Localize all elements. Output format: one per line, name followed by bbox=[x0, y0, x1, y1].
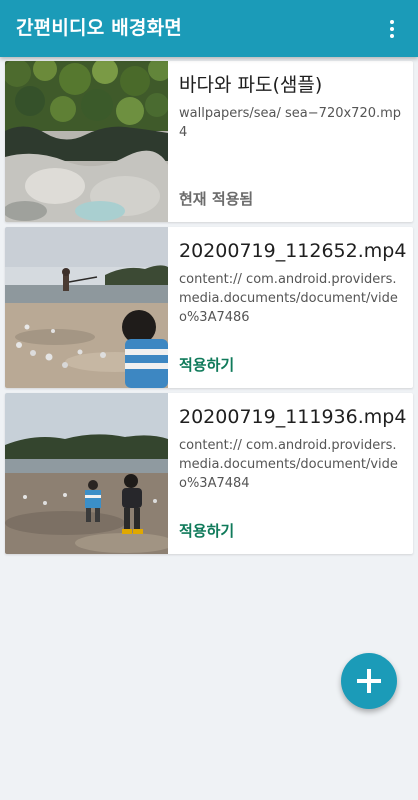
add-video-button[interactable] bbox=[341, 653, 397, 709]
video-path: content:// com.android.providers.media.d… bbox=[179, 438, 398, 491]
apply-button[interactable]: 적용하기 bbox=[179, 355, 234, 375]
apply-button[interactable]: 적용하기 bbox=[179, 521, 234, 541]
plus-icon bbox=[357, 669, 381, 693]
video-thumbnail bbox=[5, 393, 168, 554]
video-path: wallpapers/sea/ sea−720x720.mp4 bbox=[179, 106, 402, 140]
video-title: 20200719_112652.mp4 bbox=[179, 240, 407, 262]
app-title: 간편비디오 배경화면 bbox=[16, 17, 182, 39]
video-list: 바다와 파도(샘플) wallpapers/sea/ sea−720x720.m… bbox=[5, 61, 413, 559]
video-thumbnail bbox=[5, 227, 168, 388]
video-card[interactable]: 바다와 파도(샘플) wallpapers/sea/ sea−720x720.m… bbox=[5, 61, 413, 222]
video-path: content:// com.android.providers.media.d… bbox=[179, 272, 398, 325]
video-title: 20200719_111936.mp4 bbox=[179, 406, 407, 428]
video-title: 바다와 파도(샘플) bbox=[179, 74, 323, 96]
video-card[interactable]: 20200719_111936.mp4 content:// com.andro… bbox=[5, 393, 413, 554]
current-applied-label: 현재 적용됨 bbox=[179, 190, 254, 208]
video-card[interactable]: 20200719_112652.mp4 content:// com.andro… bbox=[5, 227, 413, 388]
video-thumbnail bbox=[5, 61, 168, 222]
more-vert-icon[interactable] bbox=[380, 16, 404, 42]
app-bar: 간편비디오 배경화면 bbox=[0, 0, 418, 57]
